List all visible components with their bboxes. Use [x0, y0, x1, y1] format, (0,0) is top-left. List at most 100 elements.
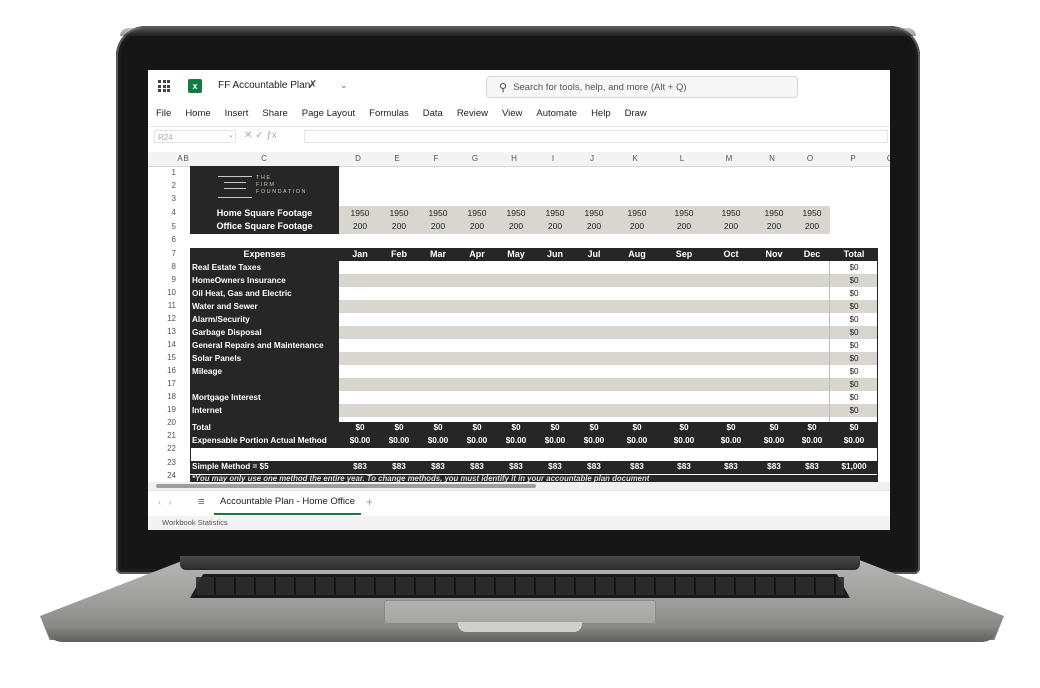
total-row-cell[interactable]: $0	[381, 423, 417, 432]
home-sqft-cell[interactable]: 1950	[756, 208, 792, 218]
month-header[interactable]: Jun	[537, 249, 573, 259]
tab-automate[interactable]: Automate	[536, 108, 577, 119]
office-sqft-cell[interactable]: 200	[576, 221, 612, 231]
simple-method-grand[interactable]: $1,000	[830, 462, 878, 471]
spreadsheet-grid[interactable]: A B C D E F G H I J K L M N O P Q 1 2 3 …	[148, 152, 890, 484]
expense-row-band[interactable]	[339, 300, 878, 313]
row-header[interactable]: 14	[148, 340, 176, 349]
expensable-row-cell[interactable]: $0.00	[619, 436, 655, 445]
expensable-row-grand[interactable]: $0.00	[830, 436, 878, 445]
expense-row-band[interactable]	[339, 261, 878, 274]
workbook-statistics[interactable]: Workbook Statistics	[162, 518, 228, 527]
row-header[interactable]: 13	[148, 327, 176, 336]
column-header[interactable]: M	[723, 154, 735, 163]
expense-row-band[interactable]	[339, 287, 878, 300]
total-row-cell[interactable]: $0	[619, 423, 655, 432]
expensable-row-cell[interactable]: $0.00	[794, 436, 830, 445]
office-sqft-cell[interactable]: 200	[420, 221, 456, 231]
document-title[interactable]: FF Accountable Plan	[218, 80, 310, 91]
row-header[interactable]: 22	[148, 444, 176, 453]
expense-total[interactable]: $0	[830, 289, 878, 298]
expense-total[interactable]: $0	[830, 276, 878, 285]
expensable-row-cell[interactable]: $0.00	[713, 436, 749, 445]
simple-method-cell[interactable]: $83	[666, 462, 702, 471]
total-row-cell[interactable]: $0	[756, 423, 792, 432]
month-header[interactable]: Apr	[459, 249, 495, 259]
expense-label[interactable]: Garbage Disposal	[192, 328, 262, 337]
formula-input[interactable]	[304, 130, 888, 143]
row-header[interactable]: 24	[148, 471, 176, 480]
month-header[interactable]: Dec	[794, 249, 830, 259]
expense-label[interactable]: Alarm/Security	[192, 315, 250, 324]
row-header[interactable]: 19	[148, 405, 176, 414]
row-header[interactable]: 6	[148, 235, 176, 244]
tab-insert[interactable]: Insert	[225, 108, 249, 119]
expense-total[interactable]: $0	[830, 393, 878, 402]
month-header[interactable]: Oct	[713, 249, 749, 259]
tab-file[interactable]: File	[156, 108, 171, 119]
tab-share[interactable]: Share	[262, 108, 287, 119]
tab-view[interactable]: View	[502, 108, 522, 119]
column-header[interactable]: O	[804, 154, 816, 163]
total-row-cell[interactable]: $0	[537, 423, 573, 432]
home-sqft-cell[interactable]: 1950	[576, 208, 612, 218]
column-header[interactable]: K	[629, 154, 641, 163]
expense-label[interactable]: Mileage	[192, 367, 222, 376]
expense-total[interactable]: $0	[830, 341, 878, 350]
column-header[interactable]: H	[508, 154, 520, 163]
column-header[interactable]: N	[766, 154, 778, 163]
simple-method-cell[interactable]: $83	[420, 462, 456, 471]
home-sqft-cell[interactable]: 1950	[342, 208, 378, 218]
row-header[interactable]: 23	[148, 458, 176, 467]
total-row-label[interactable]: Total	[192, 423, 211, 432]
expensable-row-label[interactable]: Expensable Portion Actual Method	[192, 436, 327, 445]
sheet-tab-home-office[interactable]: Accountable Plan - Home Office	[214, 491, 362, 515]
row-header[interactable]: 7	[148, 249, 176, 258]
total-header[interactable]: Total	[830, 249, 878, 259]
scrollbar-thumb[interactable]	[156, 484, 536, 488]
app-launcher-icon[interactable]	[158, 80, 170, 92]
expense-row-band[interactable]	[339, 365, 878, 378]
expense-label[interactable]: General Repairs and Maintenance	[192, 341, 324, 350]
office-sqft-cell[interactable]: 200	[498, 221, 534, 231]
total-row-cell[interactable]: $0	[576, 423, 612, 432]
expense-label[interactable]: Oil Heat, Gas and Electric	[192, 289, 292, 298]
expense-total[interactable]: $0	[830, 354, 878, 363]
expense-total[interactable]: $0	[830, 315, 878, 324]
home-sqft-cell[interactable]: 1950	[381, 208, 417, 218]
search-input[interactable]: ⚲ Search for tools, help, and more (Alt …	[486, 76, 798, 98]
office-sqft-cell[interactable]: 200	[537, 221, 573, 231]
tab-review[interactable]: Review	[457, 108, 488, 119]
row-header[interactable]: 11	[148, 301, 176, 310]
expensable-row-cell[interactable]: $0.00	[756, 436, 792, 445]
office-sqft-cell[interactable]: 200	[756, 221, 792, 231]
row-header[interactable]: 9	[148, 275, 176, 284]
total-row-grand[interactable]: $0	[830, 423, 878, 432]
row-header[interactable]: 10	[148, 288, 176, 297]
office-sqft-cell[interactable]: 200	[342, 221, 378, 231]
column-header[interactable]: D	[352, 154, 364, 163]
office-sqft-cell[interactable]: 200	[713, 221, 749, 231]
total-row-cell[interactable]: $0	[794, 423, 830, 432]
expense-label[interactable]: Mortgage Interest	[192, 393, 261, 402]
row-header[interactable]: 21	[148, 431, 176, 440]
office-sqft-cell[interactable]: 200	[619, 221, 655, 231]
row-header[interactable]: 16	[148, 366, 176, 375]
month-header[interactable]: Aug	[619, 249, 655, 259]
tab-help[interactable]: Help	[591, 108, 611, 119]
expense-total[interactable]: $0	[830, 367, 878, 376]
expense-label[interactable]: Real Estate Taxes	[192, 263, 261, 272]
expense-label[interactable]: HomeOwners Insurance	[192, 276, 286, 285]
all-sheets-icon[interactable]: ≡	[198, 496, 204, 508]
row-header[interactable]: 3	[148, 194, 176, 203]
home-sqft-cell[interactable]: 1950	[713, 208, 749, 218]
simple-method-cell[interactable]: $83	[498, 462, 534, 471]
expensable-row-cell[interactable]: $0.00	[459, 436, 495, 445]
expense-total[interactable]: $0	[830, 328, 878, 337]
row-header[interactable]: 17	[148, 379, 176, 388]
column-header[interactable]: G	[469, 154, 481, 163]
home-sqft-cell[interactable]: 1950	[666, 208, 702, 218]
month-header[interactable]: Jul	[576, 249, 612, 259]
month-header[interactable]: Sep	[666, 249, 702, 259]
month-header[interactable]: Jan	[342, 249, 378, 259]
